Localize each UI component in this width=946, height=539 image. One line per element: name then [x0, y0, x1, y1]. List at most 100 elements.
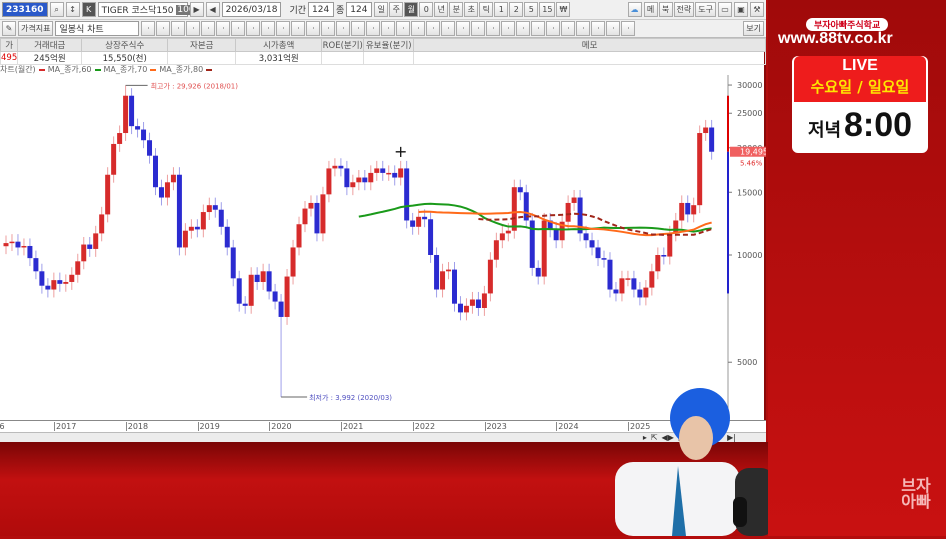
wave-tool-icon[interactable]: · — [591, 21, 606, 36]
info-value — [363, 51, 415, 65]
box-tool-icon[interactable]: · — [261, 21, 276, 36]
candle — [356, 177, 362, 183]
candle — [685, 202, 691, 215]
candle — [302, 208, 308, 225]
cloud-icon[interactable]: ☁ — [627, 2, 642, 17]
eraser-tool-icon[interactable]: · — [366, 21, 381, 36]
candle — [457, 303, 463, 313]
color-tool-icon[interactable]: · — [381, 21, 396, 36]
candle — [619, 278, 625, 294]
scroll-right-icon[interactable]: ▸ — [643, 433, 647, 442]
toolbar-button[interactable]: 전략 — [673, 2, 695, 17]
candle — [709, 127, 715, 152]
legend-title: 차트(월간) — [0, 65, 36, 74]
left-tool-icon[interactable]: · — [471, 21, 486, 36]
chart-type-select[interactable]: 일봉식 차트 — [55, 21, 140, 36]
chart-scroll-bar[interactable]: ▸⇱◀▶■▶◀+−▶| — [0, 432, 766, 442]
export-tool-icon[interactable]: · — [411, 21, 426, 36]
angle-line-tool-icon[interactable]: · — [156, 21, 171, 36]
period-input[interactable]: 124 — [308, 2, 335, 17]
v-line-tool-icon[interactable]: · — [216, 21, 231, 36]
stock-code-input[interactable]: 233160 — [2, 2, 48, 17]
wave2-tool-icon[interactable]: · — [606, 21, 621, 36]
line-tool-icon[interactable]: · — [141, 21, 156, 36]
candle — [691, 205, 697, 215]
down-tool-icon[interactable]: · — [456, 21, 471, 36]
chart-legend: 차트(월간) MA_종가,60 MA_종가,70 MA_종가,80 — [0, 64, 213, 75]
period-tab[interactable]: 5 — [524, 2, 539, 17]
period-tab[interactable]: 2 — [509, 2, 524, 17]
candle — [260, 271, 266, 282]
info-value: 245억원 — [17, 51, 83, 65]
period-tab[interactable]: 초 — [464, 2, 479, 17]
date-input[interactable]: 2026/03/18 — [221, 2, 282, 17]
pencil-tool-icon[interactable]: · — [351, 21, 366, 36]
toolbar-button[interactable]: 북 — [658, 2, 673, 17]
circle-tool-icon[interactable]: · — [516, 21, 531, 36]
view-button[interactable]: 보기 — [743, 21, 764, 36]
period-tab[interactable]: ₩ — [556, 2, 571, 17]
bars-tool-icon[interactable]: · — [246, 21, 261, 36]
edit-icon[interactable]: ✎ — [2, 21, 16, 36]
period-tab[interactable]: 틱 — [479, 2, 494, 17]
y-tick-label: 15000 — [737, 188, 762, 197]
search-icon[interactable]: ⌕ — [49, 2, 64, 17]
h-line-tool-icon[interactable]: · — [201, 21, 216, 36]
count-input[interactable]: 124 — [346, 2, 373, 17]
bracket-tool-icon[interactable]: · — [291, 21, 306, 36]
candle — [595, 247, 601, 259]
fan-tool-icon[interactable]: · — [186, 21, 201, 36]
delete-tool-icon[interactable]: · — [426, 21, 441, 36]
info-header: 유보율(분기) — [363, 38, 415, 52]
price-chart[interactable]: 30000250002000015000100005000최고가 : 29,92… — [0, 75, 766, 420]
period-tab[interactable]: 15 — [539, 2, 556, 17]
flag-tool-icon[interactable]: · — [396, 21, 411, 36]
period-tabs: 일 주 월 0 년 분 초 틱 1 2 5 15 ₩ — [374, 2, 571, 17]
cross-tool-icon[interactable]: · — [576, 21, 591, 36]
candle — [21, 245, 27, 248]
period-tab[interactable]: 분 — [449, 2, 464, 17]
rect-tool-icon[interactable]: · — [531, 21, 546, 36]
zoom-tool-icon[interactable]: · — [546, 21, 561, 36]
period-tab[interactable]: 주 — [389, 2, 404, 17]
year-label: 2023 — [484, 422, 507, 431]
prev-icon[interactable]: ◀ — [205, 2, 220, 17]
arc-tool-icon[interactable]: · — [171, 21, 186, 36]
image-tool-icon[interactable]: · — [621, 21, 636, 36]
wrench-icon[interactable]: ⚒ — [750, 2, 764, 17]
ray-tool-icon[interactable]: · — [306, 21, 321, 36]
toolbar-button[interactable]: 메 — [643, 2, 658, 17]
candle — [236, 278, 242, 304]
save-icon[interactable]: ▣ — [734, 2, 748, 17]
candle — [601, 258, 607, 260]
right-tool-icon[interactable]: · — [486, 21, 501, 36]
parallel-tool-icon[interactable]: · — [321, 21, 336, 36]
k-button[interactable]: K — [81, 2, 96, 17]
up-tool-icon[interactable]: · — [441, 21, 456, 36]
fit-icon[interactable]: ⇱ — [651, 433, 658, 442]
candle — [475, 299, 481, 308]
candle — [643, 287, 649, 298]
candle — [33, 258, 39, 272]
period-tab[interactable]: 년 — [434, 2, 449, 17]
sort-icon[interactable]: ↕ — [65, 2, 80, 17]
grid-tool-icon[interactable]: · — [231, 21, 246, 36]
next-icon[interactable]: ▶ — [189, 2, 204, 17]
period-tab[interactable]: 일 — [374, 2, 389, 17]
info-header: 거래대금 — [17, 38, 83, 52]
candle — [170, 174, 176, 183]
period-tab[interactable]: 1 — [494, 2, 509, 17]
period-tab[interactable]: 0 — [419, 2, 434, 17]
indicator-button[interactable]: 가격지표 — [18, 21, 54, 36]
trash-tool-icon[interactable]: · — [501, 21, 516, 36]
toolbar-button[interactable]: 도구 — [695, 2, 716, 17]
folder-icon[interactable]: ▭ — [718, 2, 732, 17]
candle — [661, 255, 667, 257]
period-tab[interactable]: 월 — [404, 2, 419, 17]
box2-tool-icon[interactable]: · — [276, 21, 291, 36]
year-label: 2016 — [0, 422, 5, 431]
candle — [667, 233, 673, 257]
parallel2-tool-icon[interactable]: · — [336, 21, 351, 36]
candle — [332, 165, 338, 169]
candle-tool-icon[interactable]: · — [561, 21, 576, 36]
